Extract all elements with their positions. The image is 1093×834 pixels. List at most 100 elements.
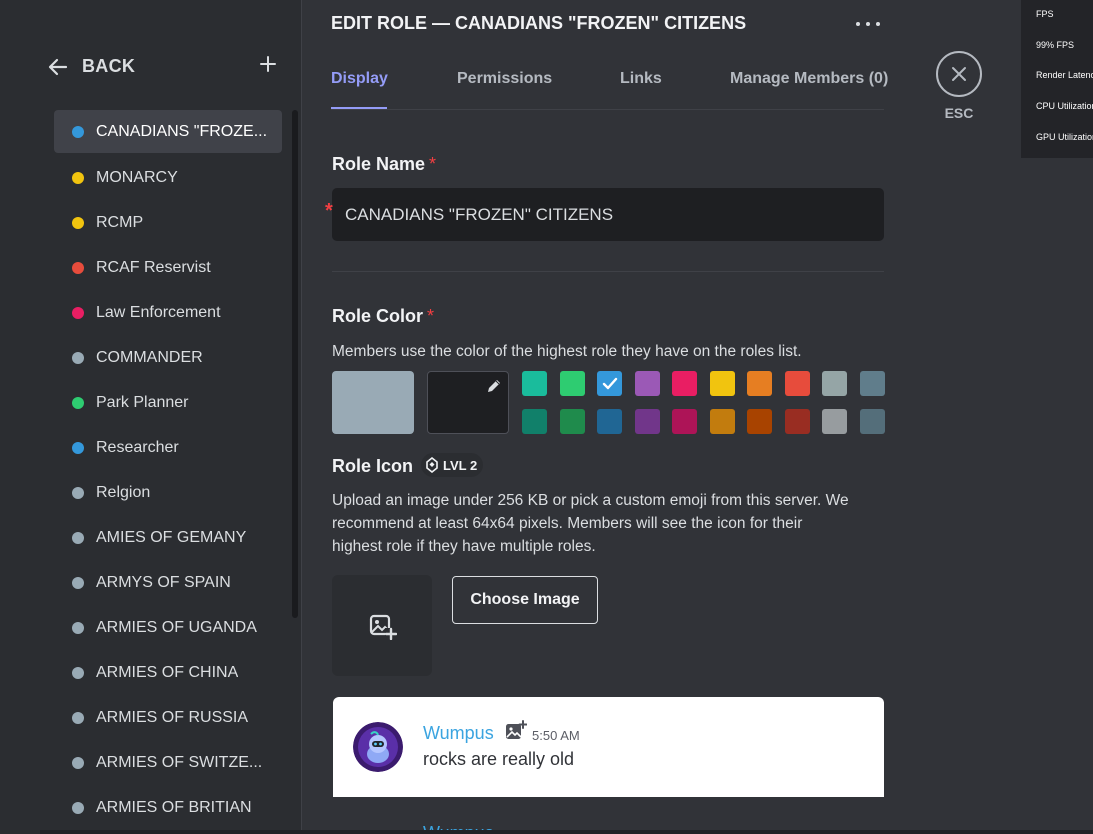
color-swatch[interactable] <box>747 371 772 396</box>
section-divider <box>332 271 884 272</box>
role-name-input[interactable] <box>332 188 884 241</box>
color-swatch[interactable] <box>559 409 585 434</box>
role-list-item[interactable]: RCAF Reservist <box>54 245 282 290</box>
custom-color-picker[interactable] <box>427 371 509 434</box>
role-list-item[interactable]: ARMIES OF CHINA <box>54 650 282 695</box>
role-list-item[interactable]: Law Enforcement <box>54 290 282 335</box>
color-swatch-grid <box>522 371 885 434</box>
role-color-dot <box>72 171 84 184</box>
role-icon-upload[interactable] <box>332 575 432 676</box>
role-list-item-label: Researcher <box>96 438 179 456</box>
role-color-dot <box>72 216 84 229</box>
overlay-gpu: GPU Utilization <box>1036 132 1093 142</box>
role-preview-dark: Wumpus 5:50 AM <box>333 797 884 834</box>
role-color-dot <box>72 396 84 409</box>
back-button[interactable]: BACK <box>82 56 135 77</box>
role-color-dot <box>72 621 84 634</box>
role-list-item[interactable]: ARMYS OF SPAIN <box>54 560 282 605</box>
close-circle[interactable] <box>936 51 982 97</box>
role-list-item[interactable]: AMIES OF GEMANY <box>54 515 282 560</box>
role-list-item-label: Law Enforcement <box>96 303 221 321</box>
tab-permissions[interactable]: Permissions <box>457 70 552 88</box>
choose-image-button[interactable]: Choose Image <box>452 576 598 624</box>
tab-manage-members[interactable]: Manage Members (0) <box>730 70 888 88</box>
role-list-item-label: ARMIES OF UGANDA <box>96 618 257 636</box>
color-swatch[interactable] <box>672 409 697 434</box>
color-swatch[interactable] <box>522 371 547 396</box>
color-swatch[interactable] <box>784 371 810 396</box>
color-swatch[interactable] <box>859 409 885 434</box>
role-list-item[interactable]: RCMP <box>54 200 282 245</box>
color-swatch[interactable] <box>559 371 585 396</box>
close-button[interactable]: ESC <box>936 51 982 121</box>
role-list-item[interactable]: ARMIES OF SWITZE... <box>54 740 282 785</box>
role-color-dot <box>72 441 84 454</box>
avatar <box>353 722 403 772</box>
overlay-fps: FPS <box>1036 9 1054 19</box>
color-swatch[interactable] <box>747 409 772 434</box>
image-add-icon <box>369 614 397 640</box>
role-icon-label: Role Icon <box>332 456 414 476</box>
role-icon-description-line: Upload an image under 256 KB or pick a c… <box>332 492 849 509</box>
role-list-item[interactable]: ARMIES OF UGANDA <box>54 605 282 650</box>
color-swatch[interactable] <box>822 371 847 396</box>
role-list-item[interactable]: ARMIES OF RUSSIA <box>54 695 282 740</box>
color-swatch[interactable] <box>597 409 622 434</box>
tab-links[interactable]: Links <box>620 70 662 88</box>
color-swatch[interactable] <box>597 371 622 396</box>
sidebar-scrollbar[interactable] <box>292 110 298 618</box>
back-arrow-icon[interactable] <box>46 55 70 79</box>
role-icon-description-line: recommend at least 64x64 pixels. Members… <box>332 515 803 532</box>
color-swatch[interactable] <box>784 409 810 434</box>
tab-display[interactable]: Display <box>331 70 388 88</box>
app-edge-strip <box>0 0 40 834</box>
boost-level-text: LVL 2 <box>443 457 478 473</box>
role-list-item-label: ARMIES OF RUSSIA <box>96 708 249 726</box>
role-list-item-label: COMMANDER <box>96 348 203 366</box>
active-tab-indicator <box>331 107 387 109</box>
color-swatch[interactable] <box>822 409 847 434</box>
role-color-dot <box>72 576 84 589</box>
role-list-item-label: ARMIES OF BRITIAN <box>96 798 252 816</box>
color-swatch[interactable] <box>859 371 885 396</box>
role-list-item[interactable]: COMMANDER <box>54 335 282 380</box>
color-swatch[interactable] <box>634 409 660 434</box>
color-swatch[interactable] <box>672 371 697 396</box>
plus-icon[interactable] <box>258 54 278 74</box>
role-name-label: Role Name * <box>332 154 436 175</box>
sidebar-header: BACK <box>40 50 302 84</box>
role-list: CANADIANS "FROZE... MONARCY RCMP RCAF Reser… <box>54 110 282 830</box>
color-swatch[interactable] <box>634 371 660 396</box>
color-swatch[interactable] <box>709 371 735 396</box>
role-list-item-label: CANADIANS "FROZE... <box>96 122 268 140</box>
role-name-label-text: Role Name <box>332 154 426 174</box>
boost-gem-icon <box>426 457 438 473</box>
default-color-swatch[interactable] <box>332 371 414 434</box>
role-list-item[interactable]: Researcher <box>54 425 282 470</box>
role-list-item[interactable]: Park Planner <box>54 380 282 425</box>
overlay-99-fps: 99% FPS <box>1036 40 1075 50</box>
more-horizontal-icon <box>856 22 860 26</box>
image-add-icon <box>506 720 527 739</box>
role-list-item[interactable]: ARMIES OF BRITIAN <box>54 785 282 830</box>
role-color-dot <box>72 801 84 814</box>
role-list-item[interactable]: Relgion <box>54 470 282 515</box>
more-options-button[interactable] <box>854 14 884 34</box>
color-swatch[interactable] <box>709 409 735 434</box>
tab-bar: Display Permissions Links Manage Members… <box>331 70 888 110</box>
role-list-item-label: ARMIES OF SWITZE... <box>96 753 263 771</box>
preview-message: rocks are really old <box>423 749 575 769</box>
role-color-dot <box>72 711 84 724</box>
role-list-item-label: MONARCY <box>96 168 178 186</box>
more-dot <box>866 22 870 26</box>
role-list-item[interactable]: MONARCY <box>54 155 282 200</box>
close-icon <box>952 67 966 81</box>
role-list-item[interactable]: CANADIANS "FROZE... <box>54 110 282 153</box>
overlay-render-latency: Render Latency <box>1036 70 1093 80</box>
role-color-dot <box>72 351 84 364</box>
role-color-label-text: Role Color <box>332 306 424 326</box>
performance-overlay: FPS 99% FPS Render Latency CPU Utilizati… <box>1021 0 1093 158</box>
role-color-dot <box>72 756 84 769</box>
color-swatch[interactable] <box>522 409 547 434</box>
wumpus-avatar-icon <box>353 722 403 772</box>
